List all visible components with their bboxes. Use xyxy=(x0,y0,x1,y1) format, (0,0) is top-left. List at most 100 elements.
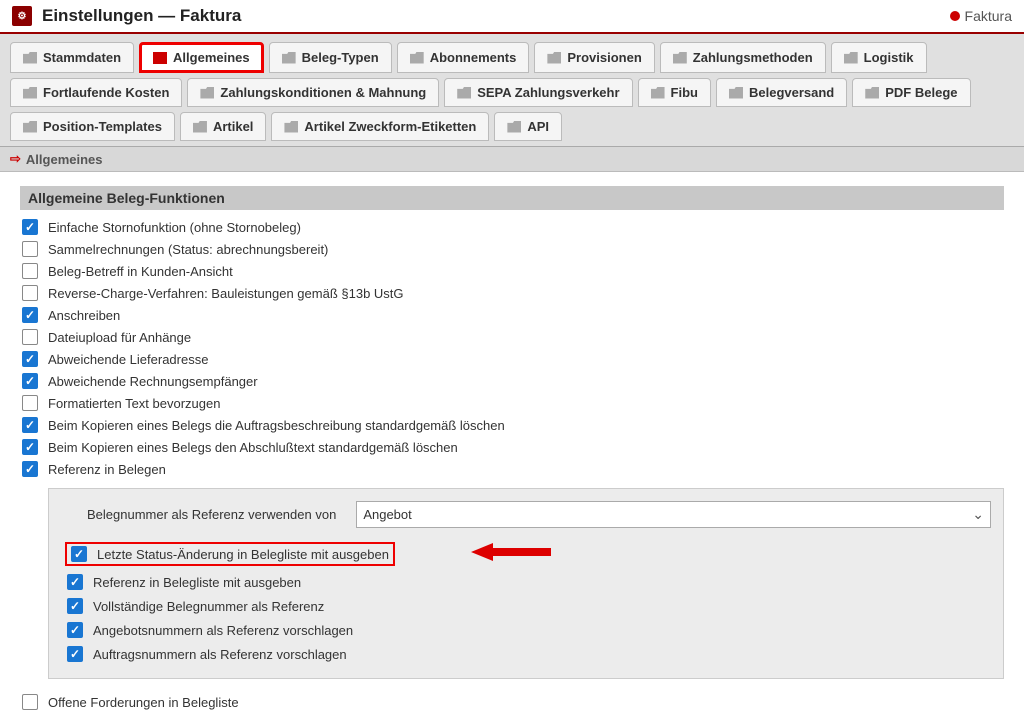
brand-badge: Faktura xyxy=(950,8,1012,24)
checkbox-label: Abweichende Rechnungsempfänger xyxy=(48,374,258,389)
tab-beleg-typen[interactable]: Beleg-Typen xyxy=(269,42,392,73)
tab-stammdaten[interactable]: Stammdaten xyxy=(10,42,134,73)
checkbox[interactable] xyxy=(22,439,38,455)
checkbox[interactable] xyxy=(22,263,38,279)
brand-label: Faktura xyxy=(965,8,1012,24)
checkbox-label: Auftragsnummern als Referenz vorschlagen xyxy=(93,647,347,662)
checkbox[interactable] xyxy=(22,241,38,257)
checkbox-label: Anschreiben xyxy=(48,308,120,323)
callout-arrow-icon xyxy=(471,541,551,566)
brand-dot-icon xyxy=(950,11,960,21)
checkbox[interactable] xyxy=(22,307,38,323)
checkbox-label: Einfache Stornofunktion (ohne Stornobele… xyxy=(48,220,301,235)
checkbox[interactable] xyxy=(22,329,38,345)
checkbox[interactable] xyxy=(22,395,38,411)
tab-icon xyxy=(193,121,207,133)
subheader-label: Allgemeines xyxy=(26,152,103,167)
tab-icon xyxy=(23,121,37,133)
reference-select-value: Angebot xyxy=(363,507,411,522)
reference-select-label: Belegnummer als Referenz verwenden von xyxy=(87,507,336,522)
checkbox-label: Beim Kopieren eines Belegs die Auftragsb… xyxy=(48,418,505,433)
tab-icon xyxy=(23,87,37,99)
checkbox[interactable] xyxy=(22,285,38,301)
app-header: ⚙ Einstellungen — Faktura Faktura xyxy=(0,0,1024,34)
tab-icon xyxy=(729,87,743,99)
tab-artikel[interactable]: Artikel xyxy=(180,112,266,141)
checkbox-label: Letzte Status-Änderung in Belegliste mit… xyxy=(97,547,389,562)
checkbox[interactable] xyxy=(67,598,83,614)
tab-api[interactable]: API xyxy=(494,112,562,141)
referenz-settings-panel: Belegnummer als Referenz verwenden von A… xyxy=(48,488,1004,679)
checkbox-label: Sammelrechnungen (Status: abrechnungsber… xyxy=(48,242,328,257)
tab-icon xyxy=(23,52,37,64)
checkbox-label: Dateiupload für Anhänge xyxy=(48,330,191,345)
checkbox-label: Angebotsnummern als Referenz vorschlagen xyxy=(93,623,353,638)
checkbox[interactable] xyxy=(67,622,83,638)
section-title: Allgemeine Beleg-Funktionen xyxy=(20,186,1004,210)
tab-icon xyxy=(865,87,879,99)
tab-pdf-belege[interactable]: PDF Belege xyxy=(852,78,970,107)
tab-logistik[interactable]: Logistik xyxy=(831,42,927,73)
tab-icon xyxy=(651,87,665,99)
tab-icon xyxy=(457,87,471,99)
tab-artikel-zweckform-etiketten[interactable]: Artikel Zweckform-Etiketten xyxy=(271,112,489,141)
tab-icon xyxy=(547,52,561,64)
tab-label: Artikel Zweckform-Etiketten xyxy=(304,119,476,134)
tab-sepa-zahlungsverkehr[interactable]: SEPA Zahlungsverkehr xyxy=(444,78,632,107)
tab-fibu[interactable]: Fibu xyxy=(638,78,711,107)
tab-label: Logistik xyxy=(864,50,914,65)
subheader: ⇨ Allgemeines xyxy=(0,147,1024,172)
tab-provisionen[interactable]: Provisionen xyxy=(534,42,654,73)
checkbox-label: Referenz in Belegen xyxy=(48,462,166,477)
tab-label: Position-Templates xyxy=(43,119,162,134)
app-icon: ⚙ xyxy=(12,6,32,26)
tab-label: Zahlungskonditionen & Mahnung xyxy=(220,85,426,100)
tab-icon xyxy=(284,121,298,133)
tab-label: Artikel xyxy=(213,119,253,134)
tab-label: SEPA Zahlungsverkehr xyxy=(477,85,619,100)
checkbox[interactable] xyxy=(22,417,38,433)
tab-label: Belegversand xyxy=(749,85,834,100)
checkbox-label: Referenz in Belegliste mit ausgeben xyxy=(93,575,301,590)
tab-zahlungskonditionen-mahnung[interactable]: Zahlungskonditionen & Mahnung xyxy=(187,78,439,107)
tab-label: Abonnements xyxy=(430,50,517,65)
tab-position-templates[interactable]: Position-Templates xyxy=(10,112,175,141)
checkbox[interactable] xyxy=(67,646,83,662)
tab-allgemeines[interactable]: Allgemeines xyxy=(139,42,264,73)
checkbox[interactable] xyxy=(22,219,38,235)
checkbox-label: Beim Kopieren eines Belegs den Abschlußt… xyxy=(48,440,458,455)
tab-icon xyxy=(282,52,296,64)
tab-label: Provisionen xyxy=(567,50,641,65)
tab-zahlungsmethoden[interactable]: Zahlungsmethoden xyxy=(660,42,826,73)
tab-fortlaufende-kosten[interactable]: Fortlaufende Kosten xyxy=(10,78,182,107)
checkbox[interactable] xyxy=(71,546,87,562)
checkbox-label: Vollständige Belegnummer als Referenz xyxy=(93,599,324,614)
tab-label: API xyxy=(527,119,549,134)
tab-label: Allgemeines xyxy=(173,50,250,65)
tab-belegversand[interactable]: Belegversand xyxy=(716,78,847,107)
tab-label: Fibu xyxy=(671,85,698,100)
checkbox[interactable] xyxy=(67,574,83,590)
tab-label: PDF Belege xyxy=(885,85,957,100)
reference-select[interactable]: Angebot xyxy=(356,501,991,528)
tabs-container: Stammdaten Allgemeines Beleg-Typen Abonneme… xyxy=(0,34,1024,147)
checkbox[interactable] xyxy=(22,373,38,389)
checkbox-label: Beleg-Betreff in Kunden-Ansicht xyxy=(48,264,233,279)
tab-icon xyxy=(200,87,214,99)
tab-icon xyxy=(410,52,424,64)
tab-label: Fortlaufende Kosten xyxy=(43,85,169,100)
checkbox-label: Reverse-Charge-Verfahren: Bauleistungen … xyxy=(48,286,404,301)
tab-abonnements[interactable]: Abonnements xyxy=(397,42,530,73)
tab-label: Zahlungsmethoden xyxy=(693,50,813,65)
tab-label: Stammdaten xyxy=(43,50,121,65)
checkbox-label: Offene Forderungen in Belegliste xyxy=(48,695,239,710)
page-title: Einstellungen — Faktura xyxy=(42,6,241,26)
highlighted-option: Letzte Status-Änderung in Belegliste mit… xyxy=(65,542,395,566)
tab-label: Beleg-Typen xyxy=(302,50,379,65)
tab-icon xyxy=(153,52,167,64)
tab-icon xyxy=(507,121,521,133)
checkbox[interactable] xyxy=(22,461,38,477)
checkbox-label: Formatierten Text bevorzugen xyxy=(48,396,220,411)
checkbox[interactable] xyxy=(22,351,38,367)
checkbox-label: Abweichende Lieferadresse xyxy=(48,352,208,367)
